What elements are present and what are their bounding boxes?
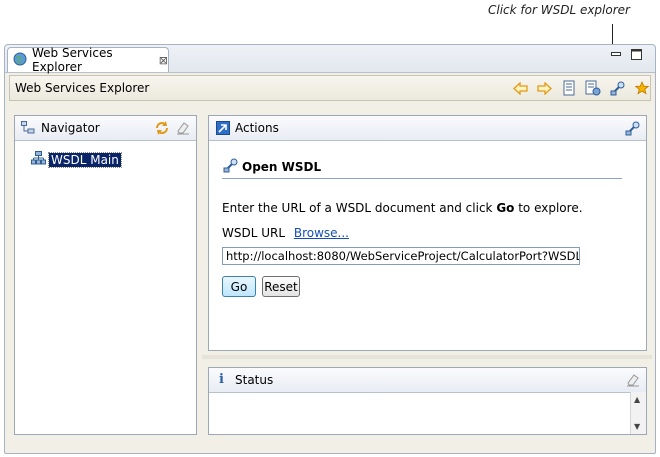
explorer-toolbar: Web Services Explorer <box>9 75 651 101</box>
status-pane: i Status ▲ ▼ <box>208 367 647 435</box>
tree-item-wsdl-main[interactable]: WSDL Main <box>31 151 122 168</box>
scroll-up-icon[interactable]: ▲ <box>634 395 640 404</box>
actions-arrow-icon <box>216 121 230 138</box>
actions-pane: Actions Open WSDL Enter the URL of a WSD… <box>208 115 647 351</box>
wsdl-explorer-icon[interactable] <box>609 80 625 96</box>
info-icon: i <box>219 372 224 387</box>
forward-arrow-icon[interactable] <box>536 80 552 96</box>
open-wsdl-heading: Open WSDL <box>222 157 321 176</box>
minimize-icon[interactable] <box>611 49 621 62</box>
actions-wsdl-icon[interactable] <box>624 120 640 139</box>
pane-sash[interactable] <box>202 355 652 359</box>
wsdl-url-label: WSDL URL <box>222 226 286 240</box>
open-wsdl-title: Open WSDL <box>242 159 322 174</box>
favorites-star-icon[interactable] <box>634 80 650 96</box>
instruction-text: Enter the URL of a WSDL document and cli… <box>222 201 583 215</box>
instruction-prefix: Enter the URL of a WSDL document and cli… <box>222 201 497 215</box>
tab-web-services-explorer[interactable]: Web Services Explorer ⊠ <box>7 46 169 74</box>
explorer-title: Web Services Explorer <box>15 81 150 95</box>
actions-header: Actions <box>209 116 646 141</box>
navigator-tree-icon <box>21 121 35 137</box>
wsdl-explorer-callout: Click for WSDL explorer <box>488 3 630 17</box>
eraser-icon[interactable] <box>176 121 190 138</box>
wsil-page-icon[interactable] <box>585 80 601 96</box>
status-eraser-icon[interactable] <box>626 373 640 390</box>
wsdl-url-row: WSDL URL Browse... <box>222 226 349 240</box>
go-button[interactable]: Go <box>222 276 256 297</box>
open-wsdl-icon <box>222 157 238 176</box>
heading-divider <box>222 178 622 179</box>
scroll-down-icon[interactable]: ▼ <box>634 422 640 431</box>
browse-link[interactable]: Browse... <box>294 226 349 240</box>
maximize-icon[interactable] <box>631 49 642 63</box>
navigator-pane: Navigator WSDL Main <box>14 115 197 435</box>
back-arrow-icon[interactable] <box>512 80 528 96</box>
close-tab-icon[interactable]: ⊠ <box>159 54 168 67</box>
navigator-title: Navigator <box>41 121 100 135</box>
reset-button[interactable]: Reset <box>262 276 300 297</box>
status-scrollbar[interactable]: ▲ ▼ <box>630 392 646 434</box>
uddi-page-icon[interactable] <box>561 80 577 96</box>
globe-icon <box>13 52 27 69</box>
web-services-explorer-window: Web Services Explorer ⊠ Web Services Exp… <box>4 44 656 454</box>
status-header: i Status <box>209 368 646 393</box>
navigator-header: Navigator <box>15 116 196 141</box>
wsdl-tree-icon <box>31 151 46 168</box>
instruction-suffix: to explore. <box>514 201 583 215</box>
status-title: Status <box>235 373 274 387</box>
tab-label: Web Services Explorer <box>32 46 113 74</box>
actions-title: Actions <box>235 121 279 135</box>
wsdl-url-input[interactable]: http://localhost:8080/WebServiceProject/… <box>222 247 580 265</box>
instruction-go: Go <box>496 201 515 215</box>
editor-tab-bar: Web Services Explorer ⊠ <box>5 45 655 74</box>
tree-item-label: WSDL Main <box>48 151 122 168</box>
refresh-icon[interactable] <box>154 120 170 139</box>
